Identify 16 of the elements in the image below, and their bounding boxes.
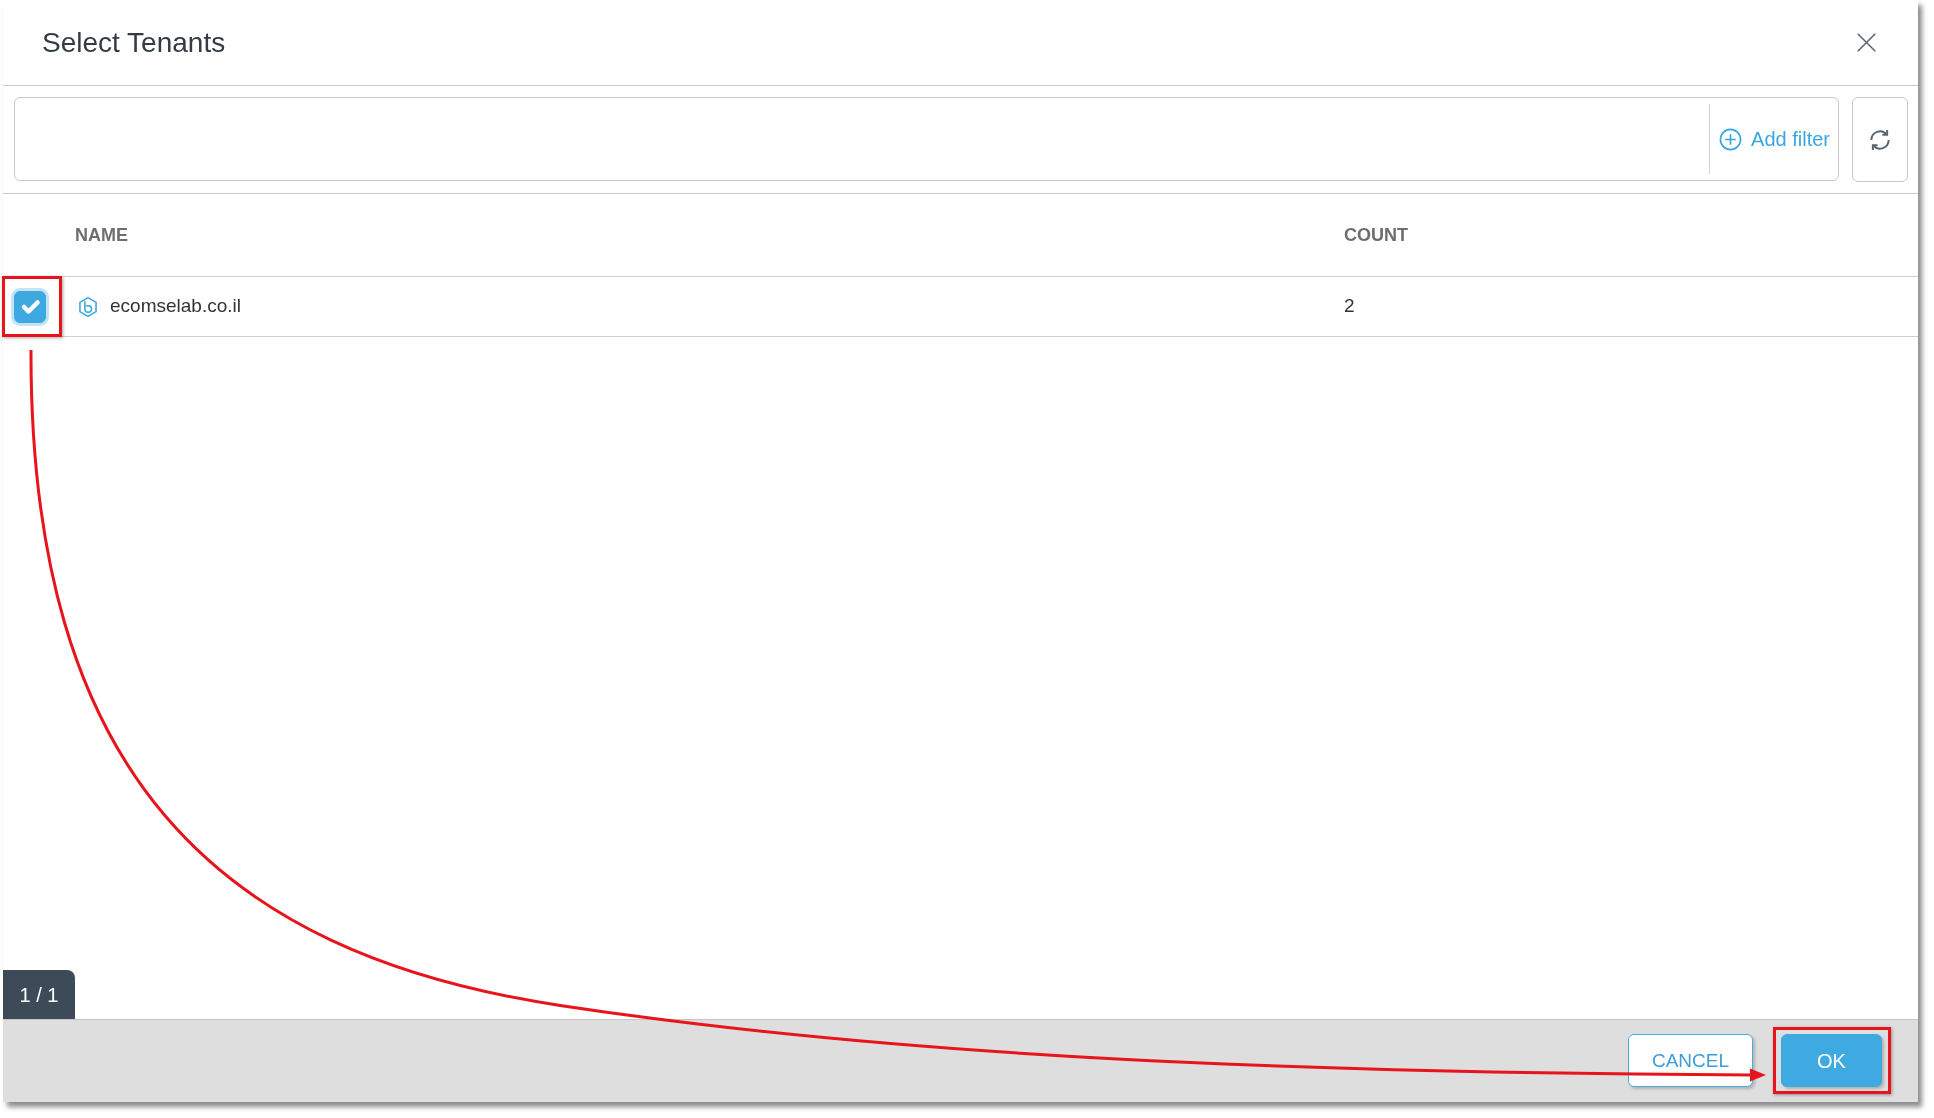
column-header: COUNT <box>1344 224 1408 245</box>
dialog-title: Select Tenants <box>42 25 226 60</box>
filter-field[interactable]: Add filter <box>14 97 1839 181</box>
close-icon <box>1856 32 1877 53</box>
row-checkbox[interactable] <box>14 290 46 323</box>
close-button[interactable] <box>1856 32 1877 53</box>
table-cell: 2 <box>1344 295 1355 317</box>
add-filter-button[interactable]: Add filter <box>1709 98 1838 180</box>
refresh-button[interactable] <box>1852 97 1908 182</box>
column-header: NAME <box>75 223 128 247</box>
cancel-button[interactable]: CANCEL <box>1628 1034 1753 1087</box>
hexagon-icon <box>77 295 99 318</box>
plus-circle-icon <box>1719 127 1743 151</box>
tenant-name: ecomselab.co.il <box>110 294 241 319</box>
ok-button[interactable]: OK <box>1781 1034 1882 1087</box>
page-indicator: 1 / 1 <box>3 970 75 1019</box>
